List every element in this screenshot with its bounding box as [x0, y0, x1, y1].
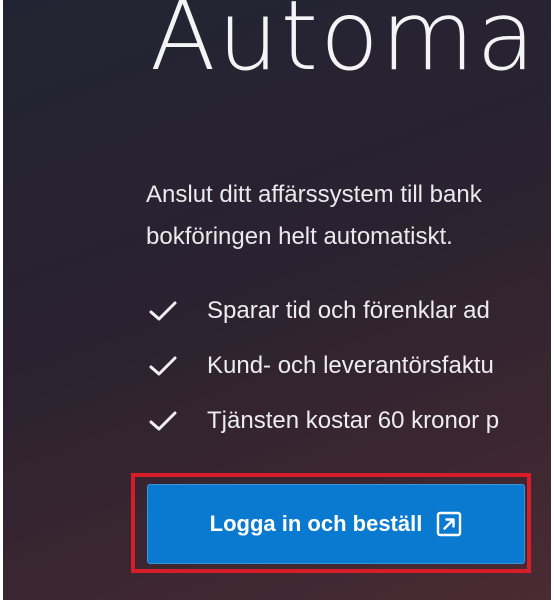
feature-text: Sparar tid och förenklar ad: [207, 296, 490, 324]
intro-line: bokföringen helt automatiskt.: [146, 223, 453, 250]
checkmark-icon: [149, 356, 177, 375]
login-and-order-button[interactable]: Logga in och beställ: [147, 484, 525, 564]
feature-list: Sparar tid och förenklar ad Kund- och le…: [148, 283, 499, 448]
feature-item: Tjänsten kostar 60 kronor p: [148, 393, 499, 448]
feature-text: Kund- och leverantörsfaktu: [207, 351, 494, 379]
intro-text: Anslut ditt affärssystem till bank bokfö…: [146, 174, 551, 258]
feature-item: Sparar tid och förenklar ad: [148, 283, 499, 338]
intro-line: Anslut ditt affärssystem till bank: [146, 181, 482, 208]
cta-label: Logga in och beställ: [209, 511, 423, 536]
feature-item: Kund- och leverantörsfaktu: [148, 338, 499, 393]
external-link-icon: [437, 511, 462, 537]
checkmark-icon: [149, 301, 177, 320]
hero-section: Automa Anslut ditt affärssystem till ban…: [3, 0, 551, 600]
feature-text: Tjänsten kostar 60 kronor p: [207, 406, 500, 434]
page-title: Automa: [150, 0, 538, 92]
checkmark-icon: [149, 411, 177, 430]
